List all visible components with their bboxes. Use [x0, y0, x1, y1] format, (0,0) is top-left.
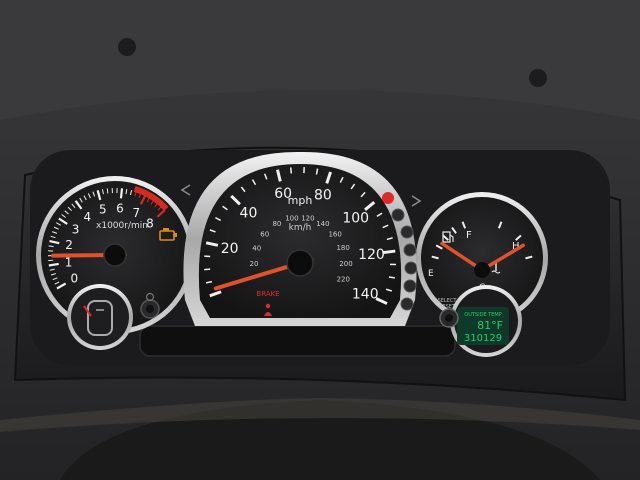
kmh-tick-label: 220 [337, 276, 350, 284]
mph-tick-label: 80 [314, 188, 332, 204]
hood-screw-left [118, 38, 136, 56]
mph-tick [289, 167, 293, 174]
mph-tick [388, 276, 395, 279]
tach-tick-label: 4 [84, 210, 92, 224]
tach-tick [48, 262, 59, 267]
kmh-tick-label: 160 [328, 230, 341, 238]
tach-tick-label: 5 [99, 203, 107, 217]
door-ajar-display [67, 284, 133, 350]
kmh-tick-label: 180 [336, 244, 349, 252]
kmh-tick-label: 60 [260, 230, 269, 238]
fuel-empty-label: E [428, 269, 434, 279]
speedometer: 204060 80100120140 20406080100 12014016018… [183, 151, 417, 326]
brake-warning-label: BRAKE [256, 290, 279, 298]
warning-light-5 [403, 279, 417, 293]
mph-tick-label: 140 [352, 286, 379, 302]
kmh-tick-label: 100 [285, 215, 298, 223]
hood-screw-right [529, 69, 547, 87]
tach-tick-label: 7 [133, 206, 141, 220]
kmh-tick-label: 140 [316, 220, 329, 228]
warning-light-red [382, 192, 394, 204]
instrument-cluster: 012345678 x1000r/min 2040608010012014 [0, 0, 640, 480]
tach-tick-label: 0 [70, 272, 78, 286]
mph-tick-label: 40 [240, 206, 258, 222]
fuel-full-label: F [466, 230, 472, 241]
lower-trim-bar [139, 325, 456, 357]
trip-reset-knob[interactable] [140, 299, 160, 319]
warning-light-2 [400, 225, 414, 239]
warning-light-6 [400, 297, 414, 311]
tach-tick [106, 188, 109, 194]
kmh-tick-label: 40 [252, 244, 261, 252]
tach-tick [119, 188, 124, 199]
outside-temp-value: 81°F [477, 319, 503, 332]
warning-light-4 [404, 261, 418, 275]
kmh-tick-label: 200 [339, 260, 352, 268]
info-display: OUTSIDE TEMP 81°F 310129 [450, 285, 522, 357]
tach-tick-label: 3 [72, 222, 80, 236]
mph-tick [383, 249, 396, 255]
kmh-tick-label: 80 [272, 220, 281, 228]
kmh-tick-label: 120 [301, 215, 314, 223]
kmh-tick-label: 20 [250, 260, 259, 268]
mph-label: mph [288, 194, 313, 207]
warning-light-1 [391, 208, 405, 222]
select-reset-button[interactable] [439, 308, 459, 328]
speedo-hub [286, 249, 314, 277]
warning-light-3 [403, 243, 417, 257]
outside-temp-header: OUTSIDE TEMP [464, 312, 501, 318]
fuel-temp-hub [474, 262, 490, 278]
kmh-label: km/h [289, 223, 312, 233]
odometer-value: 310129 [464, 333, 502, 344]
mph-tick-label: 100 [342, 210, 369, 226]
tach-tick-label: 6 [116, 201, 124, 215]
tach-tick-label: 2 [65, 238, 73, 252]
tach-hub [103, 243, 127, 267]
mph-tick-label: 120 [358, 247, 385, 263]
mph-tick-label: 20 [221, 241, 239, 257]
tach-tick [48, 245, 54, 248]
tach-unit: x1000r/min [96, 221, 148, 231]
